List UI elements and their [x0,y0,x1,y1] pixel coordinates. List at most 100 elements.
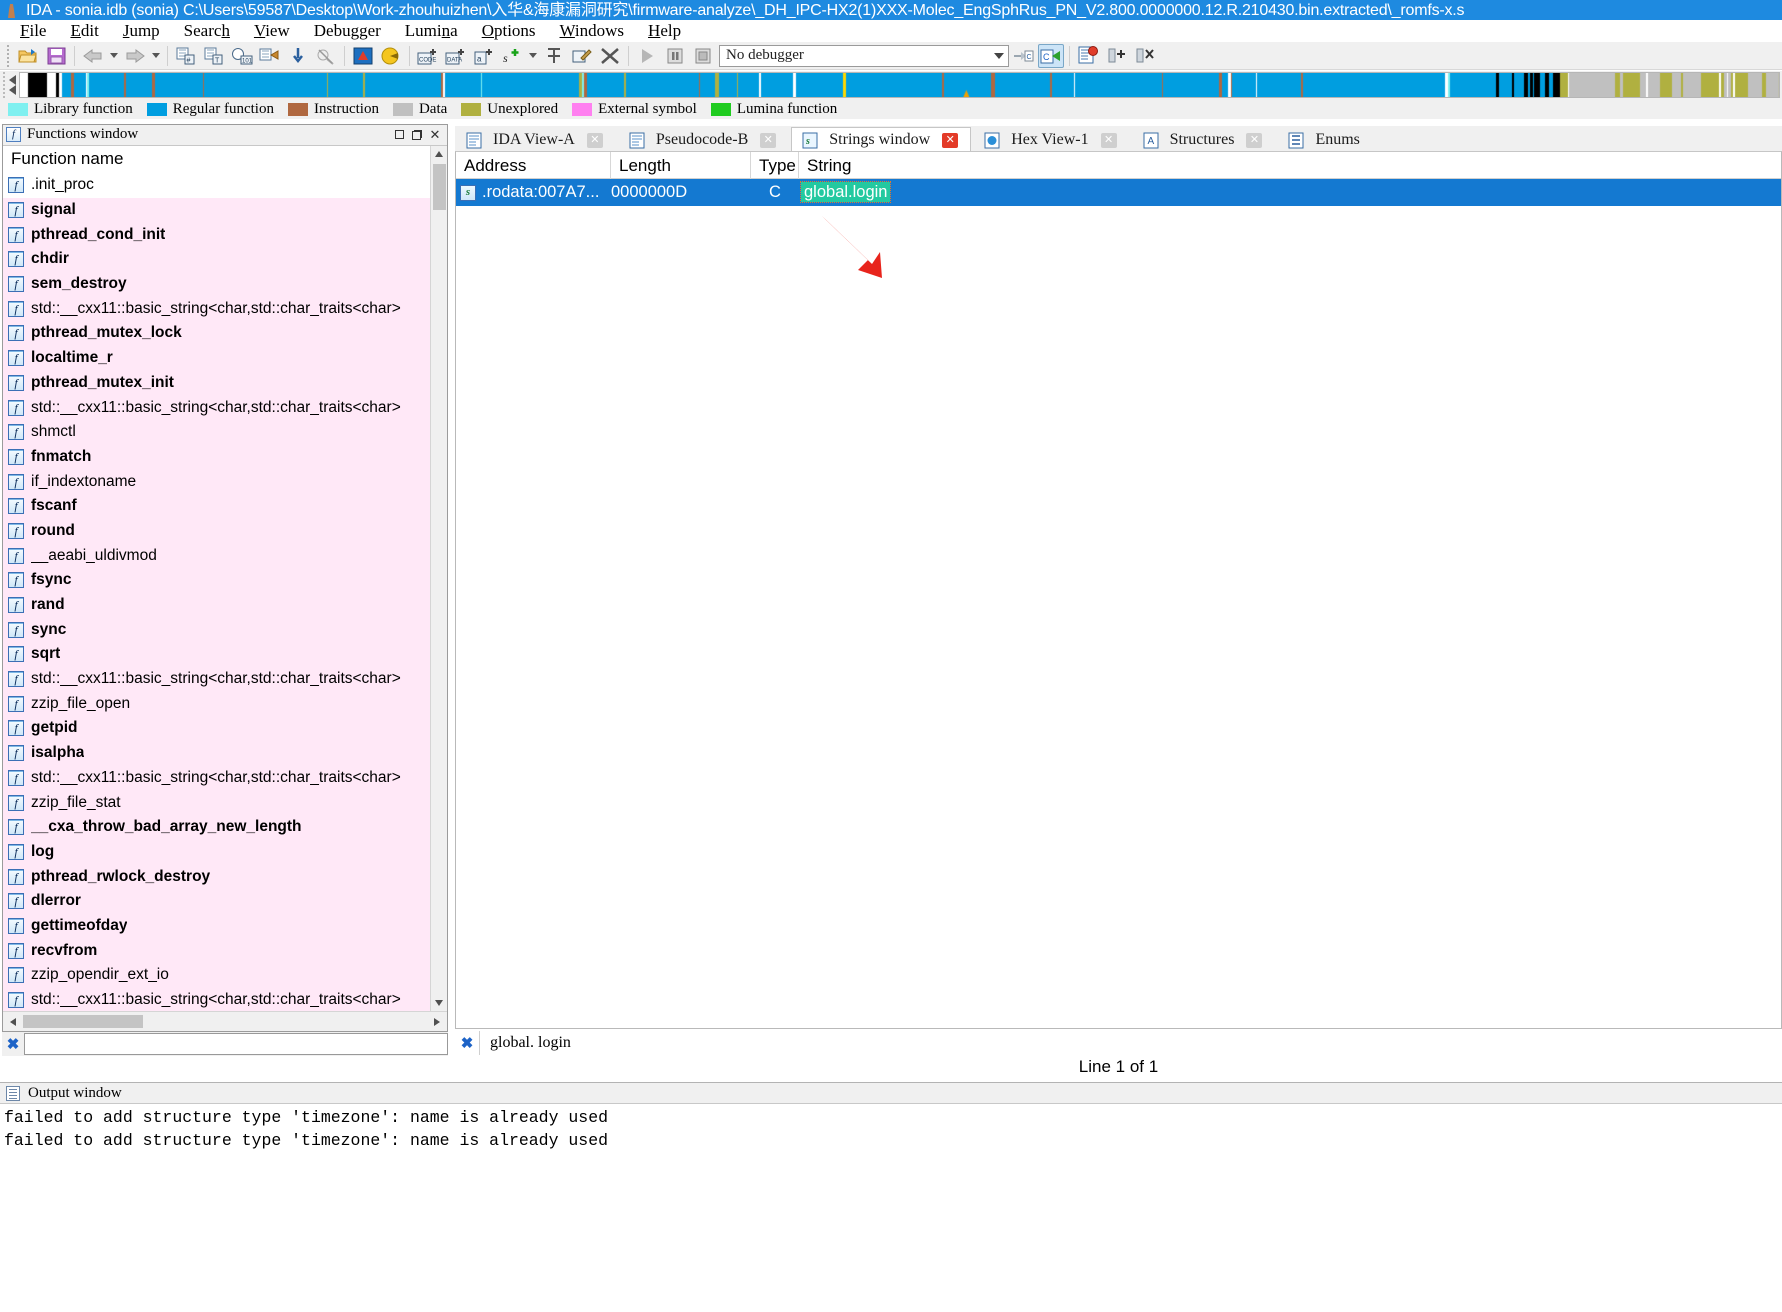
output-window-body[interactable]: failed to add structure type 'timezone':… [0,1104,1782,1152]
list-item[interactable]: f dlerror [3,888,430,914]
list-item[interactable]: f pthread_mutex_lock [3,321,430,346]
column-header-length[interactable]: Length [611,152,751,179]
tab-hex-view-1[interactable]: Hex View-1 ✕ [973,127,1130,152]
navigate-back-dropdown-icon[interactable] [107,44,121,68]
make-string-dropdown-icon[interactable] [526,44,540,68]
list-item[interactable]: f gettimeofday [3,913,430,939]
list-item[interactable]: f zzip_opendir_ext_io [3,962,430,988]
search-text-icon[interactable]: T [201,44,227,68]
column-header-address[interactable]: Address [456,152,611,179]
jump-down-icon[interactable] [285,44,311,68]
navigate-back-icon[interactable] [80,44,106,68]
make-code-icon[interactable]: CODE [415,44,441,68]
list-item[interactable]: f pthread_mutex_init [3,370,430,396]
scrollbar-thumb[interactable] [432,163,446,210]
menu-help[interactable]: Help [636,20,693,42]
make-array-icon[interactable]: a [471,44,497,68]
list-item[interactable]: f __aeabi_uldivmod [3,543,430,568]
restore-icon[interactable] [408,126,426,143]
navigation-band[interactable] [19,72,1780,98]
make-function-icon[interactable] [541,44,567,68]
make-data-icon[interactable]: DATA [443,44,469,68]
scroll-left-icon[interactable] [3,1013,23,1031]
tab-structures[interactable]: A Structures ✕ [1131,127,1276,152]
functions-horizontal-scrollbar[interactable] [3,1011,447,1031]
maximize-icon[interactable] [390,126,408,143]
list-item[interactable]: f .init_proc [3,172,430,198]
strings-table-body[interactable] [456,206,1781,1028]
list-item[interactable]: f std::__cxx11::basic_string<char,std::ch… [3,666,430,692]
list-item[interactable]: f fsync [3,567,430,593]
menu-search[interactable]: Search [172,20,242,42]
list-item[interactable]: f round [3,518,430,544]
table-row[interactable]: s .rodata:007A7... 0000000D C global.log… [456,179,1781,206]
list-item[interactable]: f std::__cxx11::basic_string<char,std::ch… [3,987,430,1012]
breakpoint-list-icon[interactable] [1075,44,1101,68]
menu-windows[interactable]: Windows [548,20,637,42]
step-into-icon[interactable]: C [1010,44,1036,68]
close-icon[interactable]: ✕ [942,132,959,148]
list-item[interactable]: f fnmatch [3,444,430,470]
navigate-forward-icon[interactable] [122,44,148,68]
functions-vertical-scrollbar[interactable] [430,145,447,1012]
run-icon[interactable] [634,44,660,68]
navigation-band-arrows[interactable] [7,72,19,98]
step-over-icon[interactable]: C [1038,43,1064,68]
list-item[interactable]: f pthread_rwlock_destroy [3,864,430,889]
close-icon[interactable]: ✕ [586,132,603,148]
graph-overview-icon[interactable] [350,44,376,68]
tab-enums[interactable]: Enums [1277,127,1373,152]
list-item[interactable]: f signal [3,197,430,223]
menu-lumina[interactable]: Lumina [393,20,470,42]
close-icon[interactable]: ✕ [760,132,777,148]
menu-edit[interactable]: Edit [58,20,110,42]
open-file-icon[interactable] [15,44,41,68]
scroll-right-icon[interactable] [427,1013,447,1031]
debugger-select[interactable]: No debugger [719,44,1009,67]
functions-list[interactable]: Function name f .init_proc f signal f pthread… [3,145,430,1012]
clear-filter-icon[interactable]: ✖ [2,1033,24,1055]
column-header-type[interactable]: Type [751,152,799,179]
search-immediate-icon[interactable]: 101 [229,44,255,68]
list-item[interactable]: f shmctl [3,419,430,445]
list-item[interactable]: f std::__cxx11::basic_string<char,std::ch… [3,296,430,322]
list-item[interactable]: f std::__cxx11::basic_string<char,std::ch… [3,765,430,791]
list-item[interactable]: f zzip_file_open [3,691,430,717]
scroll-up-icon[interactable] [430,145,447,163]
menu-options[interactable]: Options [470,20,548,42]
list-item[interactable]: f fscanf [3,493,430,519]
clear-filter-icon[interactable]: ✖ [455,1031,479,1055]
menu-file[interactable]: File [8,20,58,42]
tab-pseudocode-b[interactable]: Pseudocode-B ✕ [617,127,790,152]
list-item[interactable]: f sync [3,617,430,643]
list-item[interactable]: f isalpha [3,740,430,766]
delete-breakpoint-icon[interactable] [1131,44,1157,68]
list-item[interactable]: f chdir [3,247,430,272]
list-item[interactable]: f __cxa_throw_bad_array_new_length [3,814,430,840]
list-item[interactable]: f sqrt [3,642,430,667]
search-hex-icon[interactable]: # [173,44,199,68]
column-header-string[interactable]: String [799,152,1781,179]
tab-strings-window[interactable]: s Strings window ✕ [791,127,972,152]
list-item[interactable]: f if_indextoname [3,469,430,494]
pause-icon[interactable] [662,44,688,68]
strings-filter-value[interactable]: global. login [479,1031,1782,1055]
menu-view[interactable]: View [242,20,302,42]
navigation-band-grip[interactable] [0,72,7,98]
list-item[interactable]: f zzip_file_stat [3,790,430,815]
functions-filter-input[interactable] [24,1033,448,1055]
scrollbar-thumb-horizontal[interactable] [23,1015,143,1029]
no-search-icon[interactable] [313,44,339,68]
functions-column-header[interactable]: Function name [3,145,430,173]
close-icon[interactable]: ✕ [1246,132,1263,148]
list-item[interactable]: f log [3,839,430,865]
close-icon[interactable]: ✕ [1100,132,1117,148]
list-item[interactable]: f getpid [3,716,430,741]
list-item[interactable]: f pthread_cond_init [3,222,430,248]
menu-jump[interactable]: Jump [111,20,172,42]
edit-function-icon[interactable] [569,44,595,68]
proximity-browser-icon[interactable] [378,44,404,68]
list-item[interactable]: f std::__cxx11::basic_string<char,std::ch… [3,395,430,420]
save-database-icon[interactable] [43,44,69,68]
stop-icon[interactable] [690,44,716,68]
